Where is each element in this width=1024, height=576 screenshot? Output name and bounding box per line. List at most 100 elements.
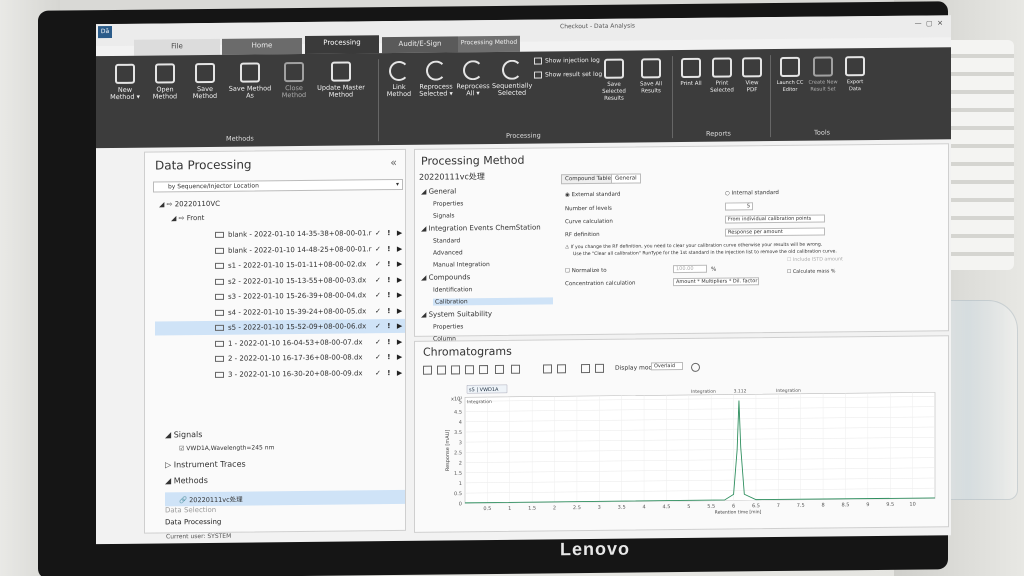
method-tree-item[interactable]: Signals (433, 212, 455, 219)
settings-icon[interactable] (691, 362, 700, 372)
method-tree-section[interactable]: ◢ General (421, 187, 456, 195)
chart-icon[interactable] (451, 365, 460, 375)
calc-mass-checkbox[interactable]: ☐ Calculate mass % (787, 269, 835, 275)
run-item[interactable]: 1 - 2022-01-10 16-04-53+08-00-07.dx ✓ ! ▶ (215, 334, 415, 350)
run-item[interactable]: 2 - 2022-01-10 16-17-36+08-00-08.dx ✓ ! ▶ (215, 350, 415, 366)
method-tree-item[interactable]: Calibration (433, 297, 553, 306)
nav-data-selection[interactable]: Data Selection (165, 506, 216, 515)
run-item[interactable]: s1 - 2022-01-10 15-01-11+08-00-02.dx ✓ ! … (215, 257, 415, 273)
run-item[interactable]: s2 - 2022-01-10 15-13-55+08-00-03.dx ✓ ! … (215, 272, 415, 288)
save-all-results-button[interactable]: Save All Results (636, 58, 666, 95)
chromatogram-plot[interactable]: 5 4.5 4 3.5 3 2.5 2 1.5 1 0.5 0 0.5 1 1.5 2 2.5 3 3.5 4 4.5… (445, 378, 945, 521)
new-method-button[interactable]: New Method ▾ (108, 63, 142, 101)
zoom-out-icon[interactable] (437, 365, 446, 375)
method-tree-item[interactable]: Standard (433, 237, 460, 244)
ribbon-divider (378, 59, 379, 142)
share-icon[interactable] (557, 364, 566, 374)
method-tree-item[interactable]: Advanced (433, 249, 463, 256)
button-label: Create New Result Set (808, 79, 838, 93)
rf-def-select[interactable]: Response per amount (725, 227, 825, 237)
injection-icon (215, 309, 224, 316)
instrument-traces-section[interactable]: ▷ Instrument Traces (165, 460, 246, 470)
close-method-button[interactable]: Close Method (276, 61, 312, 99)
normalize-input[interactable]: 100.00 (673, 264, 707, 274)
export-data-button[interactable]: Export Data (842, 56, 868, 93)
log-icon (534, 71, 542, 79)
tree-location[interactable]: ◢ ⇨ Front (171, 214, 204, 222)
save-all-icon (641, 58, 661, 79)
include-istd-checkbox[interactable]: ☐ Include ISTD amount (787, 257, 843, 263)
reprocess-selected-button[interactable]: Reprocess Selected ▾ (418, 60, 454, 98)
window-controls[interactable]: — ▢ ✕ (915, 19, 943, 27)
save-method-button[interactable]: Save Method (188, 62, 222, 100)
run-item[interactable]: s5 - 2022-01-10 15-52-09+08-00-06.dx ✓ ! … (155, 318, 405, 336)
group-by-select[interactable]: by Sequence/Injector Location ▾ (153, 178, 403, 193)
link-method-button[interactable]: Link Method (384, 60, 414, 98)
method-tree-section[interactable]: ◢ Integration Events ChemStation (421, 224, 541, 233)
print-all-button[interactable]: Print All (678, 57, 704, 88)
method-item[interactable]: 🔗 20220111vc处理 (165, 489, 405, 507)
method-tree-section[interactable]: ◢ Compounds (421, 273, 470, 282)
signal-item[interactable]: ☑ VWD1A,Wavelength=245 nm (179, 444, 274, 452)
method-label: 20220111vc处理 (189, 495, 243, 505)
tab-processing[interactable]: Processing (305, 35, 379, 54)
sequence-name: 20220110VC (174, 199, 221, 209)
run-item[interactable]: s3 - 2022-01-10 15-26-39+08-00-04.dx ✓ ! … (215, 288, 415, 304)
save-selected-results-button[interactable]: Save Selected Results (596, 58, 632, 103)
hand-icon[interactable] (595, 363, 604, 373)
sequentially-selected-button[interactable]: Sequentially Selected (492, 59, 532, 97)
result-set-icon (813, 56, 833, 77)
launch-cc-editor-button[interactable]: Launch CC Editor (776, 56, 804, 94)
tab-compound-table[interactable]: Compound Table (561, 173, 615, 185)
method-tree-item[interactable]: Properties (433, 200, 463, 207)
chart-icon[interactable] (479, 365, 488, 375)
view-pdf-button[interactable]: View PDF (740, 57, 764, 94)
reprocess-all-button[interactable]: Reprocess All ▾ (456, 60, 490, 97)
chart-icon[interactable] (511, 364, 520, 374)
tab-processing-method[interactable]: Processing Method (458, 35, 520, 53)
print-selected-button[interactable]: Print Selected (708, 57, 736, 94)
tab-audit-esign[interactable]: Audit/E-Sign (382, 36, 458, 54)
new-method-icon (115, 63, 135, 84)
curve-calc-select[interactable]: From individual calibration points (725, 214, 825, 224)
internal-standard-radio[interactable]: ○ Internal standard (725, 190, 779, 197)
tab-home[interactable]: Home (222, 38, 302, 55)
external-standard-radio[interactable]: ◉ External standard (565, 192, 621, 199)
nav-data-processing[interactable]: Data Processing (165, 518, 221, 527)
collapse-panel-button[interactable]: « (390, 156, 397, 169)
method-tree-section[interactable]: ◢ System Suitability (421, 310, 492, 319)
curve-calc-label: Curve calculation (565, 218, 613, 226)
tree-sequence[interactable]: ◢ ⇨ 20220110VC (159, 200, 220, 209)
injection-icon (215, 340, 224, 347)
run-status-marks: ✓ ! ▶ (375, 352, 405, 362)
conc-calc-select[interactable]: Amount * Multipliers * Dil. factor (673, 277, 759, 287)
chart-icon[interactable] (581, 363, 590, 374)
num-levels-input[interactable]: 5 (725, 202, 753, 211)
run-item[interactable]: s4 - 2022-01-10 15-39-24+08-00-05.dx ✓ ! … (215, 303, 415, 319)
run-name: 2 - 2022-01-10 16-17-36+08-00-08.dx (228, 353, 363, 363)
create-new-result-set-button[interactable]: Create New Result Set (808, 56, 838, 93)
signals-section[interactable]: ◢ Signals (165, 430, 202, 439)
reprocess-all-icon (463, 60, 483, 81)
run-item[interactable]: 3 - 2022-01-10 16-30-20+08-00-09.dx ✓ ! ▶ (215, 365, 415, 381)
method-tree-item[interactable]: Identification (433, 286, 472, 293)
save-method-as-button[interactable]: Save Method As (228, 62, 272, 100)
zoom-icon[interactable] (423, 365, 432, 375)
method-tree-item[interactable]: Manual Integration (433, 261, 490, 269)
open-method-button[interactable]: Open Method (148, 63, 182, 101)
chart-icon[interactable] (465, 365, 474, 375)
run-item[interactable]: blank - 2022-01-10 14-48-25+08-00-01.r ✓ … (215, 241, 415, 257)
chart-icon[interactable] (495, 364, 504, 374)
tab-file[interactable]: File (134, 38, 220, 56)
run-name: blank - 2022-01-10 14-48-25+08-00-01.r (228, 244, 372, 255)
run-item[interactable]: blank - 2022-01-10 14-35-38+08-00-01.r ✓ … (215, 226, 415, 242)
update-master-method-button[interactable]: Update Master Method (316, 61, 366, 99)
display-mode-select[interactable]: Overlaid (651, 362, 683, 371)
show-result-set-log-button[interactable]: Show result set log (534, 71, 602, 79)
methods-section[interactable]: ◢ Methods (165, 476, 208, 485)
show-injection-log-button[interactable]: Show injection log (534, 57, 600, 65)
method-tree-item[interactable]: Properties (433, 323, 463, 330)
tab-general[interactable]: General (611, 173, 641, 184)
normalize-checkbox[interactable]: ☐ Normalize to (565, 268, 607, 274)
link-icon[interactable] (543, 364, 552, 374)
